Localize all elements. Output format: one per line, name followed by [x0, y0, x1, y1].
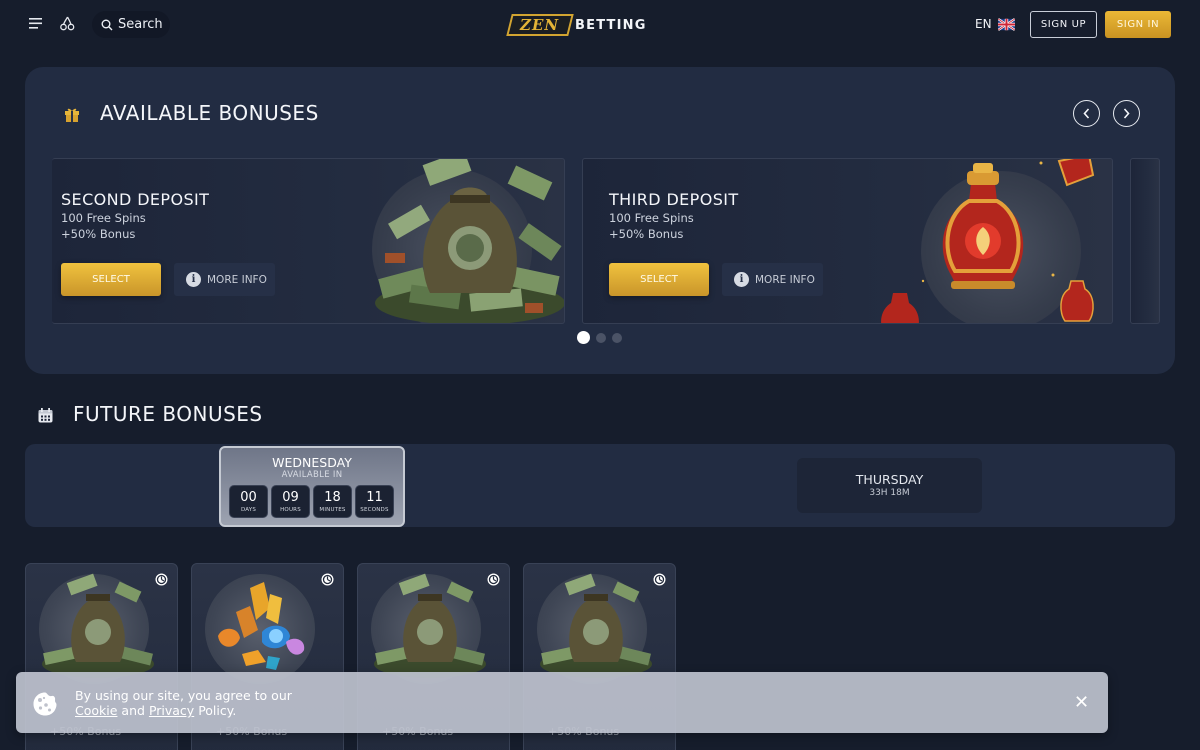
countdown-timer: 00 DAYS 09 HOURS 18 MINUTES 11 SECONDS — [229, 485, 394, 518]
countdown-value: 09 — [282, 489, 299, 505]
carousel-prev-button[interactable] — [1073, 100, 1100, 127]
bonus-card-spins: 100 Free Spins — [61, 211, 146, 225]
available-bonuses-title: AVAILABLE BONUSES — [100, 101, 319, 125]
countdown-unit: DAYS — [240, 506, 257, 513]
select-bonus-button[interactable]: SELECT — [609, 263, 709, 296]
logo-zen-text: ZEN — [520, 16, 560, 34]
countdown-value: 18 — [324, 489, 341, 505]
bonus-card-third-deposit: THIRD DEPOSIT 100 Free Spins +50% Bonus … — [582, 158, 1113, 324]
search-icon — [101, 19, 113, 30]
cookie-icon — [33, 692, 57, 716]
bonus-card-title: SECOND DEPOSIT — [61, 190, 210, 209]
gems-illustration — [218, 582, 305, 670]
more-info-button[interactable]: i MORE INFO — [722, 263, 823, 296]
money-bag-illustration — [540, 573, 652, 678]
countdown-value: 00 — [240, 489, 257, 505]
day-name: WEDNESDAY — [272, 455, 352, 470]
money-bag-illustration — [374, 573, 486, 678]
chevron-left-icon — [1083, 108, 1090, 119]
countdown-hours: 09 HOURS — [271, 485, 310, 518]
cookie-policy-link[interactable]: Cookie — [75, 703, 117, 718]
countdown-value: 11 — [366, 489, 383, 505]
bonus-card-percent: +50% Bonus — [609, 227, 684, 241]
logo-zen-badge: ZEN — [506, 14, 574, 36]
select-bonus-button[interactable]: SELECT — [61, 263, 161, 296]
cookie-policy-text: Policy. — [198, 703, 237, 718]
countdown-days: 00 DAYS — [229, 485, 268, 518]
available-in-label: AVAILABLE IN — [281, 470, 343, 480]
privacy-policy-link[interactable]: Privacy — [149, 703, 194, 718]
carousel-pagination — [577, 331, 622, 344]
more-info-label: MORE INFO — [207, 273, 267, 286]
countdown-unit: SECONDS — [360, 506, 389, 513]
money-bag-illustration — [42, 573, 154, 678]
weekday-strip — [25, 444, 1175, 527]
potion-bottle-illustration — [881, 159, 1095, 323]
chevron-right-icon — [1123, 108, 1130, 119]
search-button[interactable]: Search — [92, 11, 170, 38]
countdown-minutes: 18 MINUTES — [313, 485, 352, 518]
bonus-card-spins: 100 Free Spins — [609, 211, 694, 225]
menu-icon[interactable] — [28, 16, 44, 32]
info-icon: i — [734, 272, 749, 287]
countdown-unit: MINUTES — [319, 506, 346, 513]
countdown-unit: HOURS — [280, 506, 301, 513]
time-until-label: 33H 18M — [869, 488, 910, 498]
logo-betting-text: BETTING — [575, 17, 647, 33]
day-tab-thursday[interactable]: THURSDAY 33H 18M — [797, 458, 982, 513]
search-label: Search — [118, 17, 163, 32]
cookie-consent-banner: By using our site, you agree to our Cook… — [16, 672, 1108, 733]
cookie-and-text: and — [121, 703, 145, 718]
cookie-message: By using our site, you agree to our Cook… — [75, 688, 292, 718]
info-icon: i — [186, 272, 201, 287]
carousel-next-button[interactable] — [1113, 100, 1140, 127]
sign-in-button[interactable]: SIGN IN — [1105, 11, 1171, 38]
countdown-seconds: 11 SECONDS — [355, 485, 394, 518]
site-logo[interactable]: ZEN BETTING — [506, 13, 647, 37]
available-bonuses-panel: AVAILABLE BONUSES SECOND DEPOSIT 100 Fre… — [25, 67, 1175, 374]
carousel-dot-1[interactable] — [577, 331, 590, 344]
gift-icon — [65, 108, 79, 122]
day-name: THURSDAY — [855, 472, 924, 487]
bonus-card-percent: +50% Bonus — [61, 227, 136, 241]
calendar-icon — [38, 408, 53, 423]
timer-icon — [653, 573, 666, 586]
close-icon[interactable]: ✕ — [1074, 692, 1089, 713]
more-info-label: MORE INFO — [755, 273, 815, 286]
bonus-card-title: THIRD DEPOSIT — [609, 190, 739, 209]
timer-icon — [155, 573, 168, 586]
day-tab-wednesday[interactable]: WEDNESDAY AVAILABLE IN 00 DAYS 09 HOURS … — [219, 446, 405, 527]
bonus-card-second-deposit: SECOND DEPOSIT 100 Free Spins +50% Bonus… — [52, 158, 565, 324]
bonus-card-next-peek[interactable] — [1130, 158, 1160, 324]
top-header: Search ZEN BETTING EN SIGN UP SIGN IN — [0, 0, 1200, 50]
carousel-dot-3[interactable] — [612, 332, 622, 343]
more-info-button[interactable]: i MORE INFO — [174, 263, 275, 296]
carousel-dot-2[interactable] — [596, 332, 606, 343]
timer-icon — [321, 573, 334, 586]
cookie-line-1: By using our site, you agree to our — [75, 688, 292, 703]
language-selector[interactable]: EN — [975, 17, 992, 31]
uk-flag-icon[interactable] — [998, 18, 1015, 31]
timer-icon — [487, 573, 500, 586]
sign-up-button[interactable]: SIGN UP — [1030, 11, 1097, 38]
money-bag-illustration — [375, 159, 564, 323]
future-bonuses-title: FUTURE BONUSES — [73, 402, 263, 426]
cherry-icon[interactable] — [59, 15, 76, 32]
